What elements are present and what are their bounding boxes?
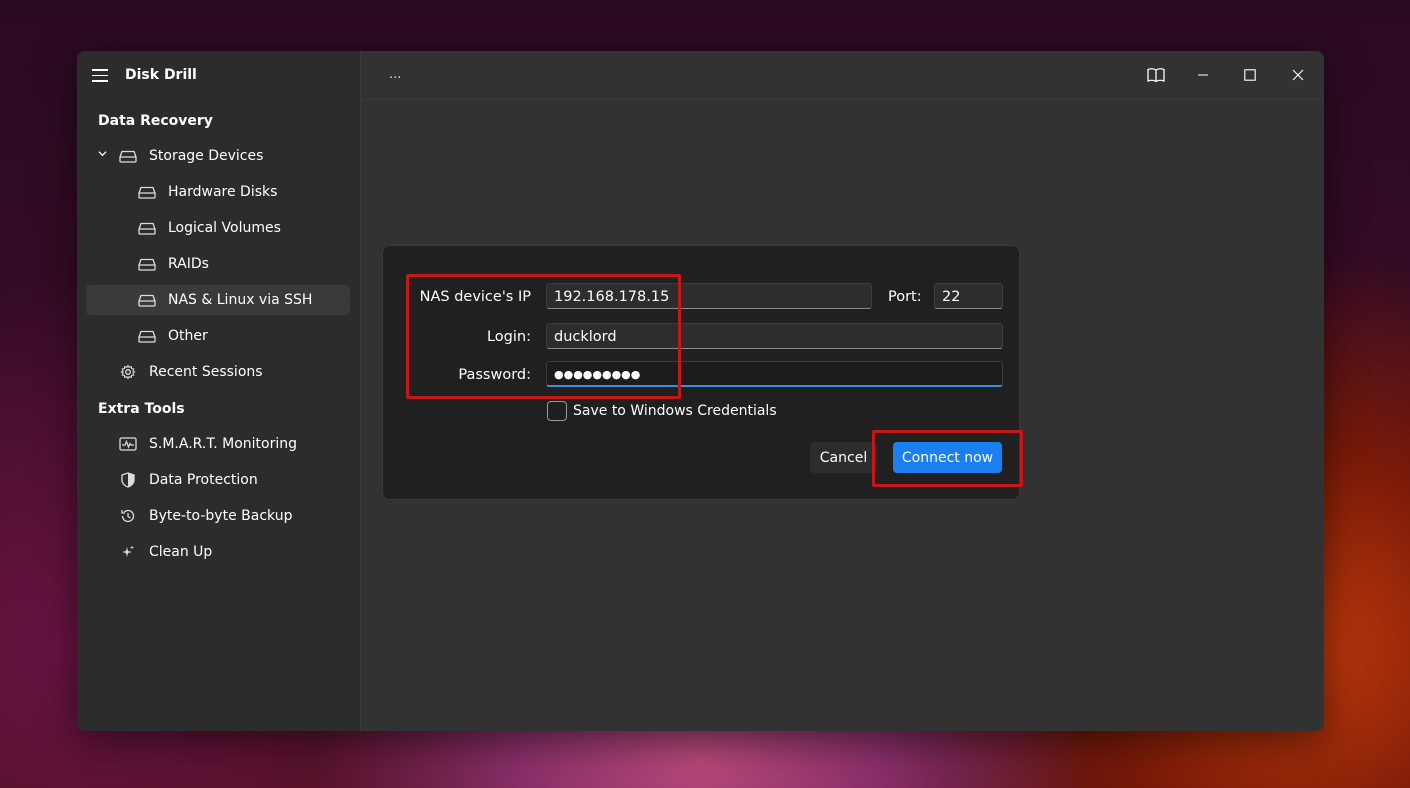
- sidebar-item-hardware-disks[interactable]: Hardware Disks: [86, 177, 350, 207]
- drive-icon: [138, 221, 156, 235]
- save-credentials-checkbox[interactable]: [547, 401, 567, 421]
- sidebar-item-label: Clean Up: [149, 544, 213, 560]
- drive-icon: [119, 149, 137, 163]
- drive-icon: [138, 257, 156, 271]
- sidebar-item-label: Storage Devices: [149, 148, 264, 164]
- sidebar-item-byte-backup[interactable]: Byte-to-byte Backup: [86, 501, 350, 531]
- history-icon: [119, 509, 137, 523]
- sidebar-item-label: S.M.A.R.T. Monitoring: [149, 436, 297, 452]
- highlight-box-connect: [872, 430, 1023, 487]
- sidebar-item-label: Recent Sessions: [149, 364, 263, 380]
- section-title-data-recovery: Data Recovery: [98, 113, 213, 129]
- port-label: Port:: [888, 289, 922, 305]
- sidebar-item-data-protection[interactable]: Data Protection: [86, 465, 350, 495]
- monitor-graph-icon: [119, 437, 137, 451]
- sidebar-item-label: NAS & Linux via SSH: [168, 292, 313, 308]
- sidebar-item-clean-up[interactable]: Clean Up: [86, 537, 350, 567]
- sidebar-item-label: Logical Volumes: [168, 220, 281, 236]
- cancel-button[interactable]: Cancel: [810, 442, 877, 473]
- sidebar-item-recent-sessions[interactable]: Recent Sessions: [86, 357, 350, 387]
- sidebar-item-smart-monitoring[interactable]: S.M.A.R.T. Monitoring: [86, 429, 350, 459]
- section-title-extra-tools: Extra Tools: [98, 401, 185, 417]
- menu-icon[interactable]: [92, 69, 108, 82]
- port-input[interactable]: 22: [934, 283, 1003, 309]
- chevron-down-icon[interactable]: [98, 149, 107, 158]
- drive-icon: [138, 185, 156, 199]
- sidebar-item-other[interactable]: Other: [86, 321, 350, 351]
- gear-icon: [119, 364, 137, 380]
- sparkle-icon: [119, 545, 137, 559]
- sidebar: Disk Drill Data Recovery Storage Devices…: [77, 51, 361, 731]
- book-icon[interactable]: [1144, 63, 1168, 87]
- sidebar-item-label: Hardware Disks: [168, 184, 278, 200]
- drive-icon: [138, 293, 156, 307]
- maximize-icon[interactable]: [1238, 63, 1262, 87]
- minimize-icon[interactable]: [1191, 63, 1215, 87]
- sidebar-item-nas-linux[interactable]: NAS & Linux via SSH: [86, 285, 350, 315]
- sidebar-item-label: Data Protection: [149, 472, 258, 488]
- save-credentials-label[interactable]: Save to Windows Credentials: [573, 403, 777, 419]
- sidebar-item-label: Byte-to-byte Backup: [149, 508, 293, 524]
- sidebar-item-logical-volumes[interactable]: Logical Volumes: [86, 213, 350, 243]
- highlight-box-credentials: [406, 274, 681, 399]
- sidebar-item-storage-devices[interactable]: Storage Devices: [86, 141, 350, 171]
- sidebar-item-label: Other: [168, 328, 208, 344]
- sidebar-item-label: RAIDs: [168, 256, 209, 272]
- shield-icon: [119, 472, 137, 488]
- title-bar: ...: [361, 51, 1324, 100]
- close-icon[interactable]: [1286, 63, 1310, 87]
- drive-icon: [138, 329, 156, 343]
- sidebar-item-raids[interactable]: RAIDs: [86, 249, 350, 279]
- app-title: Disk Drill: [125, 67, 197, 83]
- breadcrumb[interactable]: ...: [389, 67, 401, 82]
